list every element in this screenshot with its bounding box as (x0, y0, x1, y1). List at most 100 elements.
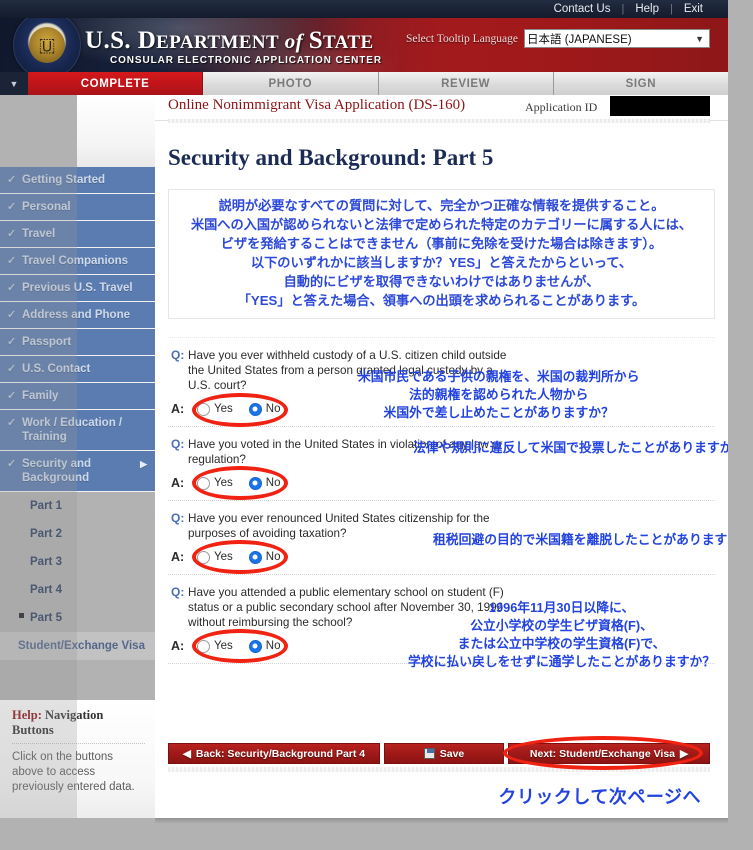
help-panel: Help: Navigation Buttons Click on the bu… (0, 700, 155, 818)
radio-option-no[interactable]: No (248, 550, 280, 564)
tab-review[interactable]: REVIEW (378, 72, 554, 95)
sidebar-subitem-part-4[interactable]: Part 4 (0, 576, 155, 604)
sidebar-item-family[interactable]: ✓ Family (0, 383, 155, 410)
sidebar-subitem-label: Part 2 (30, 528, 62, 540)
sidebar-item-label: Address and Phone (22, 309, 130, 321)
sidebar-item-label: U.S. Contact (22, 363, 91, 375)
radio-option-yes[interactable]: Yes (197, 402, 233, 416)
sidebar-item-travel-companions[interactable]: ✓ Travel Companions (0, 248, 155, 275)
sidebar-subitem-part-2[interactable]: Part 2 (0, 520, 155, 548)
sidebar-item-address-and-phone[interactable]: ✓ Address and Phone (0, 302, 155, 329)
sidebar-item-label: Passport (22, 336, 72, 348)
radio-option-yes[interactable]: Yes (197, 550, 233, 564)
chevron-down-icon: ▼ (695, 33, 704, 44)
radio-option-no[interactable]: No (248, 402, 280, 416)
annotation-line: 米国市民である子供の親権を、米国の裁判所から (358, 369, 640, 384)
sidebar-item-u-s-contact[interactable]: ✓ U.S. Contact (0, 356, 155, 383)
content-bottom-shadow (155, 818, 728, 824)
check-icon: ✓ (7, 458, 17, 470)
dept-title-us: U.S. D (85, 27, 157, 54)
button-bar-divider (168, 767, 710, 772)
annotation-line: 法律や規則に違反して米国で投票したことがありますか？ (413, 440, 746, 455)
back-button[interactable]: ◀ Back: Security/Background Part 4 (168, 743, 380, 764)
tab-complete[interactable]: COMPLETE (28, 72, 204, 95)
eagle-icon: 🇺 (38, 35, 56, 57)
tab-photo[interactable]: PHOTO (203, 72, 379, 95)
sidebar-item-personal[interactable]: ✓ Personal (0, 194, 155, 221)
tooltip-language-select[interactable]: 日本語 (JAPANESE) ▼ (524, 29, 710, 48)
radio-button-yes[interactable] (197, 550, 210, 564)
sidebar-item-travel[interactable]: ✓ Travel (0, 221, 155, 248)
sidebar-item-security-and-background[interactable]: ✓ Security and Background ▶ (0, 451, 155, 492)
check-icon: ✓ (7, 174, 17, 186)
contact-us-link[interactable]: Contact Us (543, 0, 622, 18)
sidebar-subitem-label: Part 3 (30, 556, 62, 568)
triangle-left-icon: ◀ (182, 747, 191, 760)
dept-title-tate: TATE (323, 32, 374, 53)
radio-option-no[interactable]: No (248, 639, 281, 653)
sidebar-item-work-education-training[interactable]: ✓ Work / Education / Training (0, 410, 155, 451)
radio-button-yes[interactable] (197, 402, 210, 416)
radio-button-no[interactable] (248, 476, 262, 490)
instruction-line: 「YES」と答えた場合、領事への出頭を求められることがあります。 (237, 293, 646, 308)
radio-group: Yes No (188, 550, 280, 564)
dept-title-s: S (308, 27, 323, 54)
radio-button-no[interactable] (248, 402, 262, 416)
us-department-of-state-seal-icon: 🇺 (13, 18, 81, 72)
radio-option-yes[interactable]: Yes (197, 639, 233, 653)
question-marker: Q: (171, 511, 185, 525)
utility-links: Contact Us | Help | Exit (543, 0, 714, 18)
tab-sign[interactable]: SIGN (553, 72, 728, 95)
check-icon: ✓ (7, 228, 17, 240)
exit-link[interactable]: Exit (673, 0, 714, 18)
save-button[interactable]: Save (384, 743, 504, 764)
triangle-right-icon: ▶ (680, 747, 689, 760)
sidebar-subitem-label: Part 5 (30, 612, 62, 624)
sidebar-subitem-part-3[interactable]: Part 3 (0, 548, 155, 576)
questions-list: Q: Have you ever withheld custody of a U.… (168, 337, 753, 669)
bottom-annotation-text: クリックして次ページへ (498, 787, 701, 807)
utility-bar: Contact Us | Help | Exit (0, 0, 728, 18)
answer-marker: A: (171, 550, 185, 564)
help-title-prefix: Help: (12, 708, 42, 722)
sidebar-nav-list: ✓ Getting Started ✓ Personal ✓ Travel ✓ Travel … (0, 167, 155, 660)
sidebar-item-previous-u-s-travel[interactable]: ✓ Previous U.S. Travel (0, 275, 155, 302)
radio-button-yes[interactable] (197, 476, 210, 490)
tooltip-language-control: Select Tooltip Language 日本語 (JAPANESE) ▼ (406, 29, 710, 48)
annotation-line: 公立小学校の学生ビザ資格(F)、 (470, 618, 653, 633)
next-button[interactable]: Next: Student/Exchange Visa ▶ (508, 743, 710, 764)
sidebar-subitem-label: Part 4 (30, 584, 62, 596)
dept-title-of: of (279, 29, 309, 53)
radio-label: Yes (214, 477, 233, 489)
sidebar-item-label: Security and Background (22, 458, 92, 484)
answer-row: A: Yes No (168, 550, 715, 564)
annotation-line: 1996年11月30日以降に、 (488, 600, 635, 615)
help-title: Help: Navigation Buttons (12, 708, 145, 744)
check-icon: ✓ (7, 201, 17, 213)
radio-label: Yes (214, 403, 233, 415)
radio-button-no[interactable] (248, 639, 262, 653)
radio-button-no[interactable] (248, 550, 262, 564)
sidebar-subnav: Part 1 Part 2 Part 3 Part 4 Part 5 Student/Ex… (0, 492, 155, 660)
sidebar-subitem-part-1[interactable]: Part 1 (0, 492, 155, 520)
radio-button-yes[interactable] (197, 639, 210, 653)
instruction-line: ビザを発給することはできません（事前に免除を受けた場合は除きます）。 (220, 236, 663, 251)
sidebar-subitem-part-5[interactable]: Part 5 (0, 604, 155, 632)
help-link[interactable]: Help (624, 0, 670, 18)
question-marker: Q: (171, 348, 185, 362)
check-icon: ✓ (7, 417, 17, 429)
application-id-label: Application ID (525, 100, 598, 114)
radio-option-no[interactable]: No (248, 476, 280, 490)
radio-option-yes[interactable]: Yes (197, 476, 233, 490)
check-icon: ✓ (7, 282, 17, 294)
sidebar-subitem-student-exchange-visa[interactable]: Student/Exchange Visa (0, 632, 155, 660)
radio-label: No (265, 640, 281, 652)
sidebar-item-label: Getting Started (22, 174, 106, 186)
sidebar-item-label: Travel Companions (22, 255, 129, 267)
question-annotation: 1996年11月30日以降に、 公立小学校の学生ビザ資格(F)、 または公立中学校の… (408, 599, 715, 671)
annotation-line: 学校に払い戻しをせずに通学したことがありますか？ (408, 654, 716, 669)
sidebar-item-passport[interactable]: ✓ Passport (0, 329, 155, 356)
sidebar-item-getting-started[interactable]: ✓ Getting Started (0, 167, 155, 194)
triangle-down-icon[interactable]: ▼ (0, 72, 28, 95)
dept-title-epartment: EPARTMENT (156, 32, 280, 53)
